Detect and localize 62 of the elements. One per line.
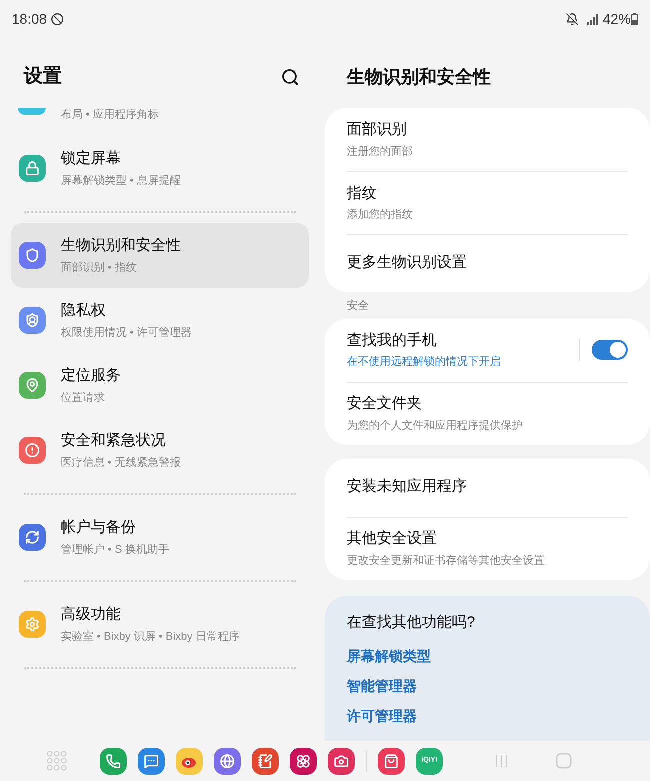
camera-icon[interactable] xyxy=(328,748,355,774)
section-label: 安全 xyxy=(346,298,370,314)
row-title: 安全文件夹 xyxy=(347,394,423,414)
settings-row[interactable]: 其他安全设置 更改安全更新和证书存储等其他安全设置 xyxy=(347,528,628,569)
partial-icon xyxy=(18,108,46,115)
row-subtitle: 添加您的指纹 xyxy=(347,208,414,223)
row-title: 其他安全设置 xyxy=(347,529,438,549)
suggestion-title: 在查找其他功能吗? xyxy=(347,612,476,632)
page-title: 设置 xyxy=(24,64,62,89)
settings-item[interactable]: 隐私权 权限使用情况 • 许可管理器 xyxy=(11,288,309,353)
toggle-switch[interactable] xyxy=(592,340,628,360)
settings-item[interactable]: 高级功能 实验室 • Bixby 识屏 • Bixby 日常程序 xyxy=(11,592,309,657)
row-title: 面部识别 xyxy=(347,120,408,140)
item-subtitle: 屏幕解锁类型 • 息屏提醒 xyxy=(61,174,181,188)
item-title: 帐户与备份 xyxy=(61,518,137,538)
phone-icon[interactable] xyxy=(100,748,127,774)
row-title: 查找我的手机 xyxy=(347,330,438,350)
settings-item[interactable]: 锁定屏幕 屏幕解锁类型 • 息屏提醒 xyxy=(11,136,309,201)
item-subtitle: 医疗信息 • 无线紧急警报 xyxy=(61,456,181,470)
globe-icon[interactable] xyxy=(214,748,241,774)
item-subtitle: 权限使用情况 • 许可管理器 xyxy=(61,326,192,340)
item-subtitle: 管理帐户 • S 换机助手 xyxy=(61,542,170,558)
settings-row[interactable]: 安全文件夹 为您的个人文件和应用程序提供保护 xyxy=(347,393,628,434)
item-title: 安全和紧急状况 xyxy=(61,431,167,451)
settings-row[interactable]: 更多生物识别设置 xyxy=(347,252,628,275)
item-title: 隐私权 xyxy=(61,301,107,321)
battery-icon xyxy=(631,13,638,25)
settings-row[interactable]: 查找我的手机 在不使用远程解锁的情况下开启 xyxy=(347,330,579,370)
item-title: 生物识别和安全性 xyxy=(61,236,181,256)
settings-row[interactable]: 面部识别 注册您的面部 xyxy=(347,119,628,160)
item-title: 锁定屏幕 xyxy=(61,149,122,169)
signal-icon xyxy=(586,14,599,24)
flower-icon[interactable] xyxy=(290,748,317,774)
battery-level: 42% xyxy=(602,10,631,28)
message-icon[interactable] xyxy=(138,748,165,774)
bag-icon[interactable] xyxy=(378,748,405,774)
mute-icon xyxy=(566,12,579,26)
note-icon[interactable] xyxy=(252,748,279,774)
row-subtitle: 注册您的面部 xyxy=(347,144,414,160)
suggestion-link[interactable]: 智能管理器 xyxy=(347,676,417,697)
search-icon xyxy=(281,68,300,86)
settings-item[interactable]: 安全和紧急状况 医疗信息 • 无线紧急警报 xyxy=(11,418,309,483)
item-title: 定位服务 xyxy=(61,366,121,386)
item-subtitle: 位置请求 xyxy=(61,390,106,406)
row-subtitle: 为您的个人文件和应用程序提供保护 xyxy=(347,418,524,434)
clock: 18:08 xyxy=(12,10,48,28)
row-subtitle: 更改安全更新和证书存储等其他安全设置 xyxy=(347,554,546,568)
item-subtitle: 面部识别 • 指纹 xyxy=(61,260,138,276)
settings-row[interactable]: 安装未知应用程序 xyxy=(347,476,628,499)
settings-item[interactable]: 帐户与备份 管理帐户 • S 换机助手 xyxy=(11,505,309,570)
item-subtitle: 实验室 • Bixby 识屏 • Bixby 日常程序 xyxy=(61,630,240,644)
row-subtitle: 在不使用远程解锁的情况下开启 xyxy=(347,354,502,370)
blocked-icon xyxy=(51,12,64,26)
suggestion-link[interactable]: 屏幕解锁类型 xyxy=(347,646,431,667)
page-title: 生物识别和安全性 xyxy=(347,66,491,88)
settings-item[interactable]: 定位服务 位置请求 xyxy=(11,353,309,418)
suggestion-link[interactable]: 许可管理器 xyxy=(347,706,417,727)
item-title: 高级功能 xyxy=(61,605,122,625)
row-title: 指纹 xyxy=(347,184,378,204)
settings-row[interactable]: 指纹 添加您的指纹 xyxy=(347,182,628,224)
item-subtitle: 布局 • 应用程序角标 xyxy=(61,108,159,122)
settings-item[interactable]: 生物识别和安全性 面部识别 • 指纹 xyxy=(11,223,309,288)
